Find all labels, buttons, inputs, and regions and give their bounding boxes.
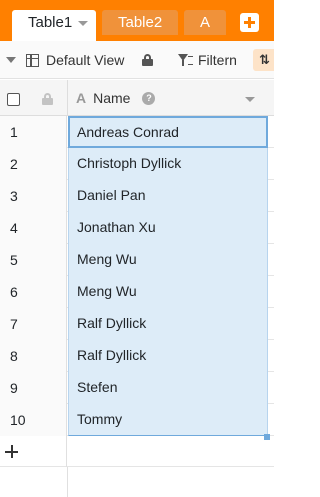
chevron-down-icon[interactable]	[245, 97, 255, 102]
row-number: 8	[0, 340, 67, 372]
view-label: Default View	[46, 52, 125, 68]
name-cell[interactable]: Meng Wu	[68, 276, 268, 308]
table-row: 8 Ralf Dyllick	[0, 340, 274, 372]
row-number: 4	[0, 212, 67, 244]
grid-rows: 1 Andreas Conrad 2 Christoph Dyllick 3 D…	[0, 116, 274, 436]
filter-icon	[178, 54, 193, 66]
row-number: 7	[0, 308, 67, 340]
name-cell[interactable]: Ralf Dyllick	[68, 340, 268, 372]
name-cell[interactable]: Daniel Pan	[68, 180, 268, 212]
name-cell[interactable]: Ralf Dyllick	[68, 308, 268, 340]
view-toolbar: Default View Filtern ⇅	[0, 41, 274, 79]
select-all-checkbox[interactable]	[7, 93, 20, 106]
table-tab-bar: Table1 Table2 A	[0, 0, 274, 41]
tab-table2[interactable]: Table2	[102, 10, 178, 35]
tab-table1[interactable]: Table1	[12, 10, 96, 41]
add-table-button[interactable]	[240, 13, 259, 32]
lock-icon[interactable]	[142, 54, 153, 66]
table-row: 6 Meng Wu	[0, 276, 274, 308]
grid-icon	[26, 53, 39, 67]
tab-label: A	[200, 14, 211, 31]
app-root: Table1 Table2 A Default View Filtern ⇅ A…	[0, 0, 274, 497]
text-type-icon: A	[76, 90, 87, 106]
name-cell[interactable]: Christoph Dyllick	[68, 148, 268, 180]
data-grid: A Name ? 1 Andreas Conrad 2 Christoph Dy…	[0, 80, 274, 497]
row-number: 9	[0, 372, 67, 404]
table-row: 9 Stefen	[0, 372, 274, 404]
row-number: 1	[0, 116, 67, 148]
name-cell[interactable]: Andreas Conrad	[68, 116, 268, 148]
name-cell[interactable]: Meng Wu	[68, 244, 268, 276]
table-row: 3 Daniel Pan	[0, 180, 274, 212]
row-number: 3	[0, 180, 67, 212]
row-number: 10	[0, 404, 67, 436]
table-row: 10 Tommy	[0, 404, 274, 436]
name-cell[interactable]: Stefen	[68, 372, 268, 404]
table-row: 4 Jonathan Xu	[0, 212, 274, 244]
add-row	[0, 436, 274, 467]
row-number: 2	[0, 148, 67, 180]
column-header-name[interactable]: A Name ?	[76, 90, 156, 106]
lock-icon	[42, 93, 53, 105]
row-number: 6	[0, 276, 67, 308]
table-row: 2 Christoph Dyllick	[0, 148, 274, 180]
name-cell[interactable]: Jonathan Xu	[68, 212, 268, 244]
column-header-label: Name	[93, 90, 131, 106]
tab-label: Table1	[28, 14, 73, 31]
help-icon[interactable]: ?	[142, 91, 156, 105]
tab-a[interactable]: A	[184, 10, 226, 35]
table-row: 7 Ralf Dyllick	[0, 308, 274, 340]
table-row: 1 Andreas Conrad	[0, 116, 274, 148]
table-row: 5 Meng Wu	[0, 244, 274, 276]
plus-icon	[5, 445, 18, 458]
grid-header: A Name ?	[0, 80, 274, 116]
add-row-button[interactable]	[0, 436, 67, 467]
name-cell[interactable]: Tommy	[68, 404, 268, 436]
row-number: 5	[0, 244, 67, 276]
sort-button[interactable]: ⇅	[253, 49, 274, 71]
filter-label: Filtern	[198, 52, 237, 68]
column-divider	[67, 80, 68, 116]
chevron-down-icon[interactable]	[78, 21, 88, 26]
tab-label: Table2	[118, 14, 163, 31]
column-divider	[67, 467, 68, 497]
filter-button[interactable]: Filtern	[178, 52, 237, 68]
sort-icon: ⇅	[259, 52, 270, 67]
chevron-down-icon[interactable]	[6, 57, 16, 63]
view-selector[interactable]: Default View	[26, 52, 124, 68]
